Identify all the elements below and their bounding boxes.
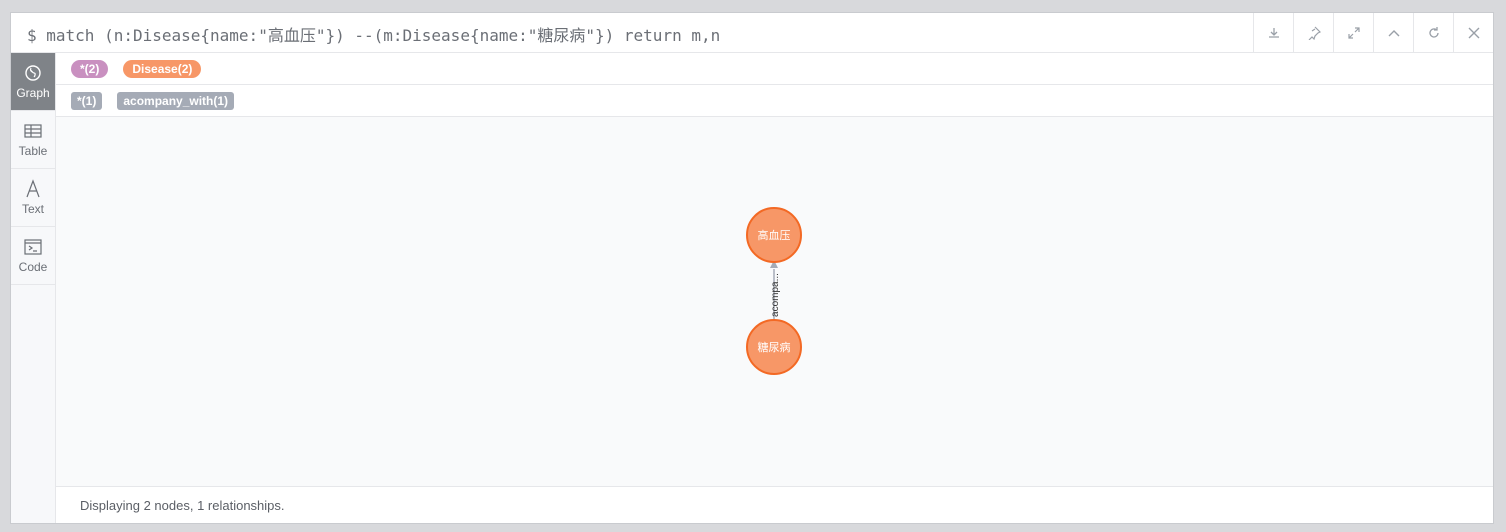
status-text: Displaying 2 nodes, 1 relationships. <box>80 498 285 513</box>
edge-label: acompa... <box>770 273 781 317</box>
graph-svg: acompa... 高血压 糖尿病 <box>746 207 802 375</box>
collapse-up-icon[interactable] <box>1373 13 1413 52</box>
expand-icon[interactable] <box>1333 13 1373 52</box>
node-labels-row: *(2) Disease(2) <box>56 53 1493 85</box>
rel-acompany-tag[interactable]: acompany_with(1) <box>117 91 235 110</box>
nav-table-label: Table <box>18 144 48 158</box>
nav-graph-label: Graph <box>16 86 50 100</box>
relationship-types-row: *(1) acompany_with(1) <box>56 85 1493 117</box>
pin-icon[interactable] <box>1293 13 1333 52</box>
code-icon <box>24 239 42 255</box>
node-hypertension[interactable]: 高血压 <box>746 207 802 263</box>
label-all-pill[interactable]: *(2) <box>71 59 109 78</box>
status-footer: Displaying 2 nodes, 1 relationships. <box>56 486 1493 523</box>
rel-all-tag[interactable]: *(1) <box>71 91 103 110</box>
graph-icon <box>25 65 41 81</box>
table-icon <box>24 124 42 138</box>
node-diabetes[interactable]: 糖尿病 <box>746 319 802 375</box>
nav-code-label: Code <box>18 260 48 274</box>
refresh-icon[interactable] <box>1413 13 1453 52</box>
node-label: 高血压 <box>758 228 791 242</box>
command-bar: $ match (n:Disease{name:"高血压"}) --(m:Dis… <box>11 13 1493 53</box>
label-disease-pill[interactable]: Disease(2) <box>123 59 202 78</box>
result-frame: $ match (n:Disease{name:"高血压"}) --(m:Dis… <box>10 12 1494 524</box>
view-sidenav: Graph Table Text Code <box>11 53 56 523</box>
nav-table[interactable]: Table <box>11 111 55 169</box>
command-text[interactable]: $ match (n:Disease{name:"高血压"}) --(m:Dis… <box>27 22 720 46</box>
nav-code[interactable]: Code <box>11 227 55 285</box>
nav-graph[interactable]: Graph <box>11 53 55 111</box>
nav-text-label: Text <box>21 202 44 216</box>
frame-toolbar <box>1253 13 1493 52</box>
graph-canvas[interactable]: acompa... 高血压 糖尿病 <box>56 117 1493 486</box>
close-icon[interactable] <box>1453 13 1493 52</box>
download-icon[interactable] <box>1253 13 1293 52</box>
node-label: 糖尿病 <box>758 340 791 354</box>
nav-text[interactable]: Text <box>11 169 55 227</box>
text-icon <box>26 179 40 198</box>
